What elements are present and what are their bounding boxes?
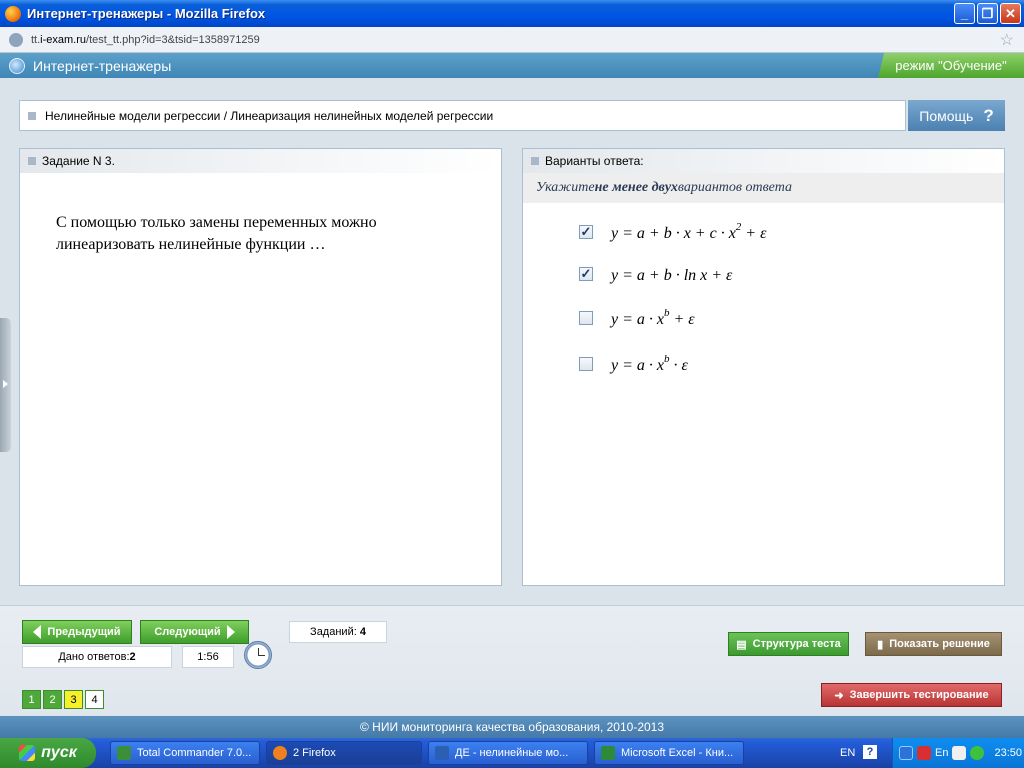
answer-checkbox[interactable]: ✓ <box>579 225 593 239</box>
prev-label: Предыдущий <box>47 626 121 638</box>
tray-arrow-icon[interactable] <box>899 746 913 760</box>
bullet-icon <box>28 111 36 120</box>
page-button-3[interactable]: 3 <box>64 690 83 709</box>
address-url[interactable]: tt.i-exam.ru/test_tt.php?id=3&tsid=13589… <box>31 34 260 46</box>
clock-icon <box>244 641 272 669</box>
address-bar[interactable]: tt.i-exam.ru/test_tt.php?id=3&tsid=13589… <box>0 27 1024 53</box>
book-icon: ▮ <box>877 638 884 651</box>
next-label: Следующий <box>154 626 221 638</box>
answer-formula: y = a + b · ln x + ε <box>611 267 733 284</box>
answer-option-2[interactable]: ✓ y = a + b · ln x + ε <box>579 263 732 285</box>
firefox-icon <box>5 5 21 22</box>
taskbar-item-firefox[interactable]: 2 Firefox <box>266 741 422 765</box>
show-solution-button[interactable]: ▮ Показать решение <box>865 632 1002 656</box>
answer-checkbox[interactable]: ✓ <box>579 267 593 281</box>
app-header: Интернет-тренажеры режим "Обучение" <box>0 53 1024 78</box>
timer-value: 1:56 <box>182 646 234 668</box>
system-tray: En 23:50 <box>892 738 1024 768</box>
maximize-button[interactable]: ❐ <box>977 3 998 24</box>
prev-button[interactable]: Предыдущий <box>22 620 132 644</box>
answers-panel-header: Варианты ответа: <box>523 149 1004 173</box>
answers-hint: Укажите не менее двух вариантов ответа <box>523 173 1004 203</box>
help-icon[interactable]: ? <box>863 745 877 759</box>
task-number: Задание N 3. <box>42 154 115 168</box>
close-button[interactable]: ✕ <box>1000 3 1021 24</box>
taskbar-item-word[interactable]: ДЕ - нелинейные мо... <box>428 741 588 765</box>
tasks-count: Заданий: 4 <box>289 621 387 643</box>
question-icon: ? <box>983 105 994 125</box>
answer-option-4[interactable]: y = a · xb · ε <box>579 353 688 375</box>
page-button-2[interactable]: 2 <box>43 690 62 709</box>
bullet-icon <box>531 157 539 165</box>
app-title: Интернет-тренажеры <box>33 57 172 74</box>
total-commander-icon <box>117 746 131 760</box>
site-identity-icon[interactable] <box>9 32 23 47</box>
footer-copyright: © НИИ мониторинга качества образования, … <box>0 716 1024 738</box>
answer-formula: y = a + b · x + c · x2 + ε <box>611 221 767 242</box>
windows-flag-icon <box>19 745 36 761</box>
language-indicator[interactable]: EN <box>840 747 855 759</box>
firefox-icon <box>273 746 287 760</box>
tray-language[interactable]: En <box>935 747 948 759</box>
answer-formula: y = a · xb · ε <box>611 353 688 374</box>
safely-remove-icon[interactable] <box>952 746 967 760</box>
task-panel-header: Задание N 3. <box>20 149 501 173</box>
bookmark-star-icon[interactable]: ☆ <box>1000 30 1014 50</box>
finish-test-button[interactable]: ➜ Завершить тестирование <box>821 683 1002 707</box>
answer-option-1[interactable]: ✓ y = a + b · x + c · x2 + ε <box>579 221 766 243</box>
next-button[interactable]: Следующий <box>140 620 249 644</box>
window-controls: _ ❐ ✕ <box>954 3 1021 24</box>
antivirus-icon[interactable] <box>917 746 931 760</box>
tray-clock: 23:50 <box>994 747 1022 759</box>
answers-given: Дано ответов: 2 <box>22 646 172 668</box>
taskbar-item-total-commander[interactable]: Total Commander 7.0... <box>110 741 260 765</box>
breadcrumb-text: Нелинейные модели регрессии / Линеаризац… <box>45 108 494 123</box>
help-button[interactable]: Помощь ? <box>908 100 1005 131</box>
page-button-1[interactable]: 1 <box>22 690 41 709</box>
window-titlebar: Интернет-тренажеры - Mozilla Firefox _ ❐… <box>0 0 1024 27</box>
arrow-left-icon <box>33 625 42 639</box>
answer-formula: y = a · xb + ε <box>611 307 695 328</box>
excel-icon <box>601 746 615 760</box>
arrow-right-icon <box>226 625 235 639</box>
answer-option-3[interactable]: y = a · xb + ε <box>579 307 695 329</box>
taskbar: пуск Total Commander 7.0... 2 Firefox ДЕ… <box>0 738 1024 768</box>
bullet-icon <box>28 157 36 165</box>
answers-panel: Варианты ответа: Укажите не менее двух в… <box>522 148 1005 586</box>
start-button[interactable]: пуск <box>0 738 96 768</box>
minimize-button[interactable]: _ <box>954 3 975 24</box>
test-structure-button[interactable]: ▤ Структура теста <box>728 632 849 656</box>
help-label: Помощь <box>919 107 974 124</box>
mode-badge: режим "Обучение" <box>878 53 1024 78</box>
answer-checkbox[interactable] <box>579 357 593 371</box>
word-icon <box>435 746 449 760</box>
list-icon: ▤ <box>736 638 747 651</box>
page-button-4[interactable]: 4 <box>85 690 104 709</box>
breadcrumb: Нелинейные модели регрессии / Линеаризац… <box>19 100 906 131</box>
window-title: Интернет-тренажеры - Mozilla Firefox <box>27 6 266 21</box>
answer-checkbox[interactable] <box>579 311 593 325</box>
runner-icon: ➜ <box>834 689 844 702</box>
answers-header: Варианты ответа: <box>545 154 644 168</box>
task-question: С помощью только замены переменных можно… <box>56 214 377 253</box>
wifi-icon[interactable] <box>970 746 985 760</box>
side-panel-toggle[interactable] <box>0 318 11 452</box>
task-panel: Задание N 3. С помощью только замены пер… <box>19 148 502 586</box>
taskbar-item-excel[interactable]: Microsoft Excel - Кни... <box>594 741 744 765</box>
app-logo-icon <box>9 57 25 74</box>
